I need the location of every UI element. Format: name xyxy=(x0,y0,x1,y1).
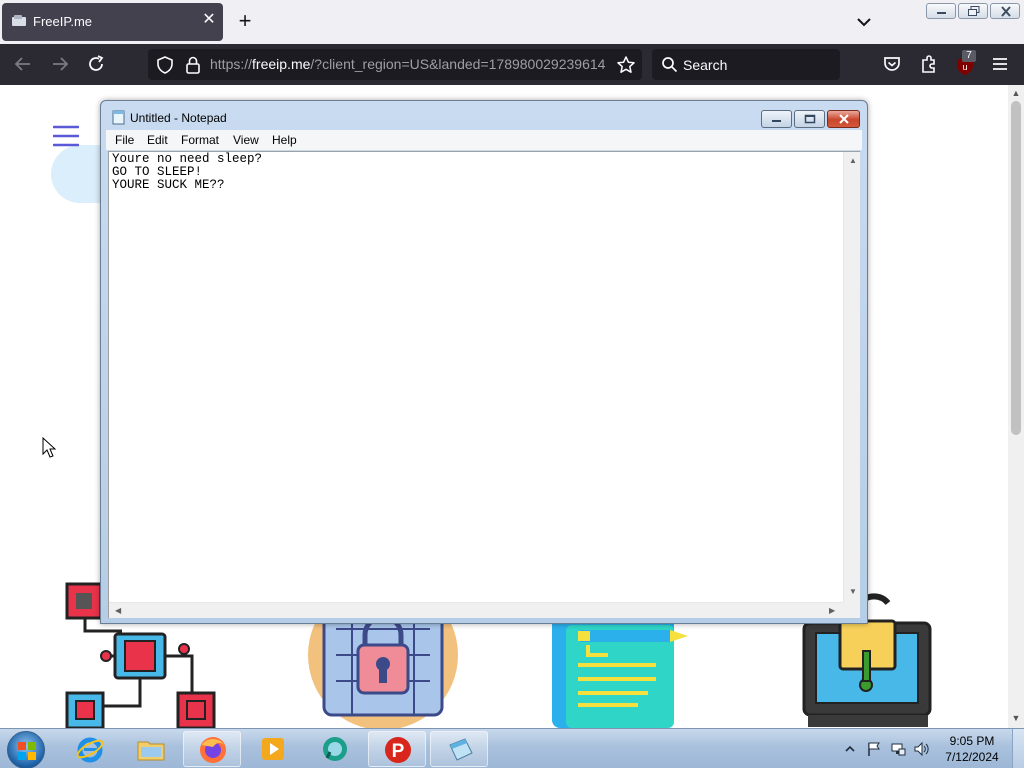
notepad-horizontal-scrollbar[interactable]: ◀ ▶ xyxy=(109,602,843,618)
firefox-icon xyxy=(200,737,226,763)
url-host: freeip.me xyxy=(252,56,311,72)
page-scrollbar-thumb[interactable] xyxy=(1011,101,1021,435)
tracking-shield-icon[interactable] xyxy=(156,56,174,74)
notepad-close-button[interactable] xyxy=(827,110,860,128)
notepad-text-content[interactable]: Youre no need sleep? GO TO SLEEP! YOURE … xyxy=(112,153,262,192)
svg-text:u: u xyxy=(962,62,967,72)
menu-edit[interactable]: Edit xyxy=(147,133,168,147)
windows-logo-icon xyxy=(18,742,36,760)
url-prefix: https:// xyxy=(210,56,253,72)
scroll-up-arrow-icon[interactable]: ▲ xyxy=(1011,88,1021,98)
volume-speaker-icon[interactable] xyxy=(913,741,929,757)
pocket-icon[interactable] xyxy=(882,54,902,74)
scroll-left-arrow-icon[interactable]: ◀ xyxy=(115,606,121,615)
action-center-flag-icon[interactable] xyxy=(866,741,882,757)
site-menu-hamburger-icon[interactable] xyxy=(53,124,79,148)
notepad-minimize-button[interactable] xyxy=(761,110,792,128)
tab-close-icon[interactable]: ✕ xyxy=(200,11,218,29)
lock-icon[interactable] xyxy=(185,56,201,74)
extension-badge-count: 7 xyxy=(962,50,976,62)
url-text[interactable]: https://freeip.me/?client_region=US&land… xyxy=(210,56,608,72)
reload-icon[interactable] xyxy=(86,54,106,74)
scroll-down-arrow-icon[interactable]: ▼ xyxy=(849,587,857,596)
window-close-button[interactable] xyxy=(990,3,1020,19)
menu-file[interactable]: File xyxy=(115,133,134,147)
bookmark-star-icon[interactable] xyxy=(616,55,636,75)
tab-freeip[interactable]: FreeIP.me ✕ xyxy=(2,3,223,41)
address-bar[interactable]: https://freeip.me/?client_region=US&land… xyxy=(148,49,642,80)
taskbar-notepad[interactable] xyxy=(430,731,488,767)
taskbar: P 9:05 PM 7/12/2024 xyxy=(0,728,1024,768)
system-clock[interactable]: 9:05 PM 7/12/2024 xyxy=(940,733,1004,765)
app-menu-hamburger-icon[interactable] xyxy=(990,54,1010,74)
notepad-icon xyxy=(449,738,473,761)
search-icon xyxy=(662,57,678,73)
search-box[interactable]: Search xyxy=(652,49,840,80)
notepad-text-area[interactable]: Youre no need sleep? GO TO SLEEP! YOURE … xyxy=(108,151,860,618)
page-favicon-icon xyxy=(12,15,26,26)
navigation-toolbar: https://freeip.me/?client_region=US&land… xyxy=(0,44,1024,85)
clock-date: 7/12/2024 xyxy=(945,750,999,764)
mouse-cursor-icon xyxy=(42,437,56,458)
show-desktop-button[interactable] xyxy=(1012,729,1024,768)
media-player-icon xyxy=(262,738,284,760)
taskbar-messenger[interactable] xyxy=(306,731,364,767)
tab-strip: FreeIP.me ✕ + xyxy=(0,0,1024,44)
page-scrollbar[interactable]: ▲ ▼ xyxy=(1008,85,1024,728)
notepad-app-icon[interactable] xyxy=(112,110,126,125)
taskbar-windows-explorer[interactable] xyxy=(122,731,180,767)
taskbar-media-player[interactable] xyxy=(244,731,302,767)
clock-time: 9:05 PM xyxy=(949,734,995,748)
window-minimize-button[interactable] xyxy=(926,3,956,19)
back-arrow-icon[interactable] xyxy=(13,54,33,74)
show-hidden-icons-arrow-icon[interactable] xyxy=(845,744,855,754)
new-tab-button[interactable]: + xyxy=(234,10,256,32)
start-orb-button[interactable] xyxy=(7,731,45,768)
notepad-menu-bar: File Edit Format View Help xyxy=(106,130,862,150)
scroll-up-arrow-icon[interactable]: ▲ xyxy=(849,156,857,165)
window-restore-button[interactable] xyxy=(958,3,988,19)
search-placeholder: Search xyxy=(683,57,728,73)
svg-text:P: P xyxy=(392,741,405,762)
messenger-icon xyxy=(323,737,347,761)
network-icon[interactable] xyxy=(890,741,906,757)
notepad-title-bar[interactable]: Untitled - Notepad xyxy=(101,101,867,129)
notepad-maximize-button[interactable] xyxy=(794,110,825,128)
menu-help[interactable]: Help xyxy=(272,133,297,147)
taskbar-internet-explorer[interactable] xyxy=(61,731,119,767)
url-path: /?client_region=US&landed=17898002923961… xyxy=(310,56,606,72)
notepad-window: Untitled - Notepad File Edit Format View… xyxy=(100,100,868,624)
menu-view[interactable]: View xyxy=(233,133,259,147)
resize-grip-icon[interactable] xyxy=(843,602,860,618)
taskbar-psiphon[interactable]: P xyxy=(368,731,426,767)
scroll-right-arrow-icon[interactable]: ▶ xyxy=(829,606,835,615)
internet-explorer-icon xyxy=(76,737,104,763)
forward-arrow-icon[interactable] xyxy=(50,54,70,74)
notepad-title: Untitled - Notepad xyxy=(130,111,227,125)
psiphon-icon: P xyxy=(385,737,411,763)
extensions-puzzle-icon[interactable] xyxy=(919,54,939,74)
scroll-down-arrow-icon[interactable]: ▼ xyxy=(1011,713,1021,723)
taskbar-firefox[interactable] xyxy=(183,731,241,767)
notepad-vertical-scrollbar[interactable]: ▲ ▼ xyxy=(843,152,860,602)
list-all-tabs-chevron-icon[interactable] xyxy=(854,12,874,32)
folder-icon xyxy=(137,741,165,761)
menu-format[interactable]: Format xyxy=(181,133,219,147)
tab-title: FreeIP.me xyxy=(33,14,93,29)
